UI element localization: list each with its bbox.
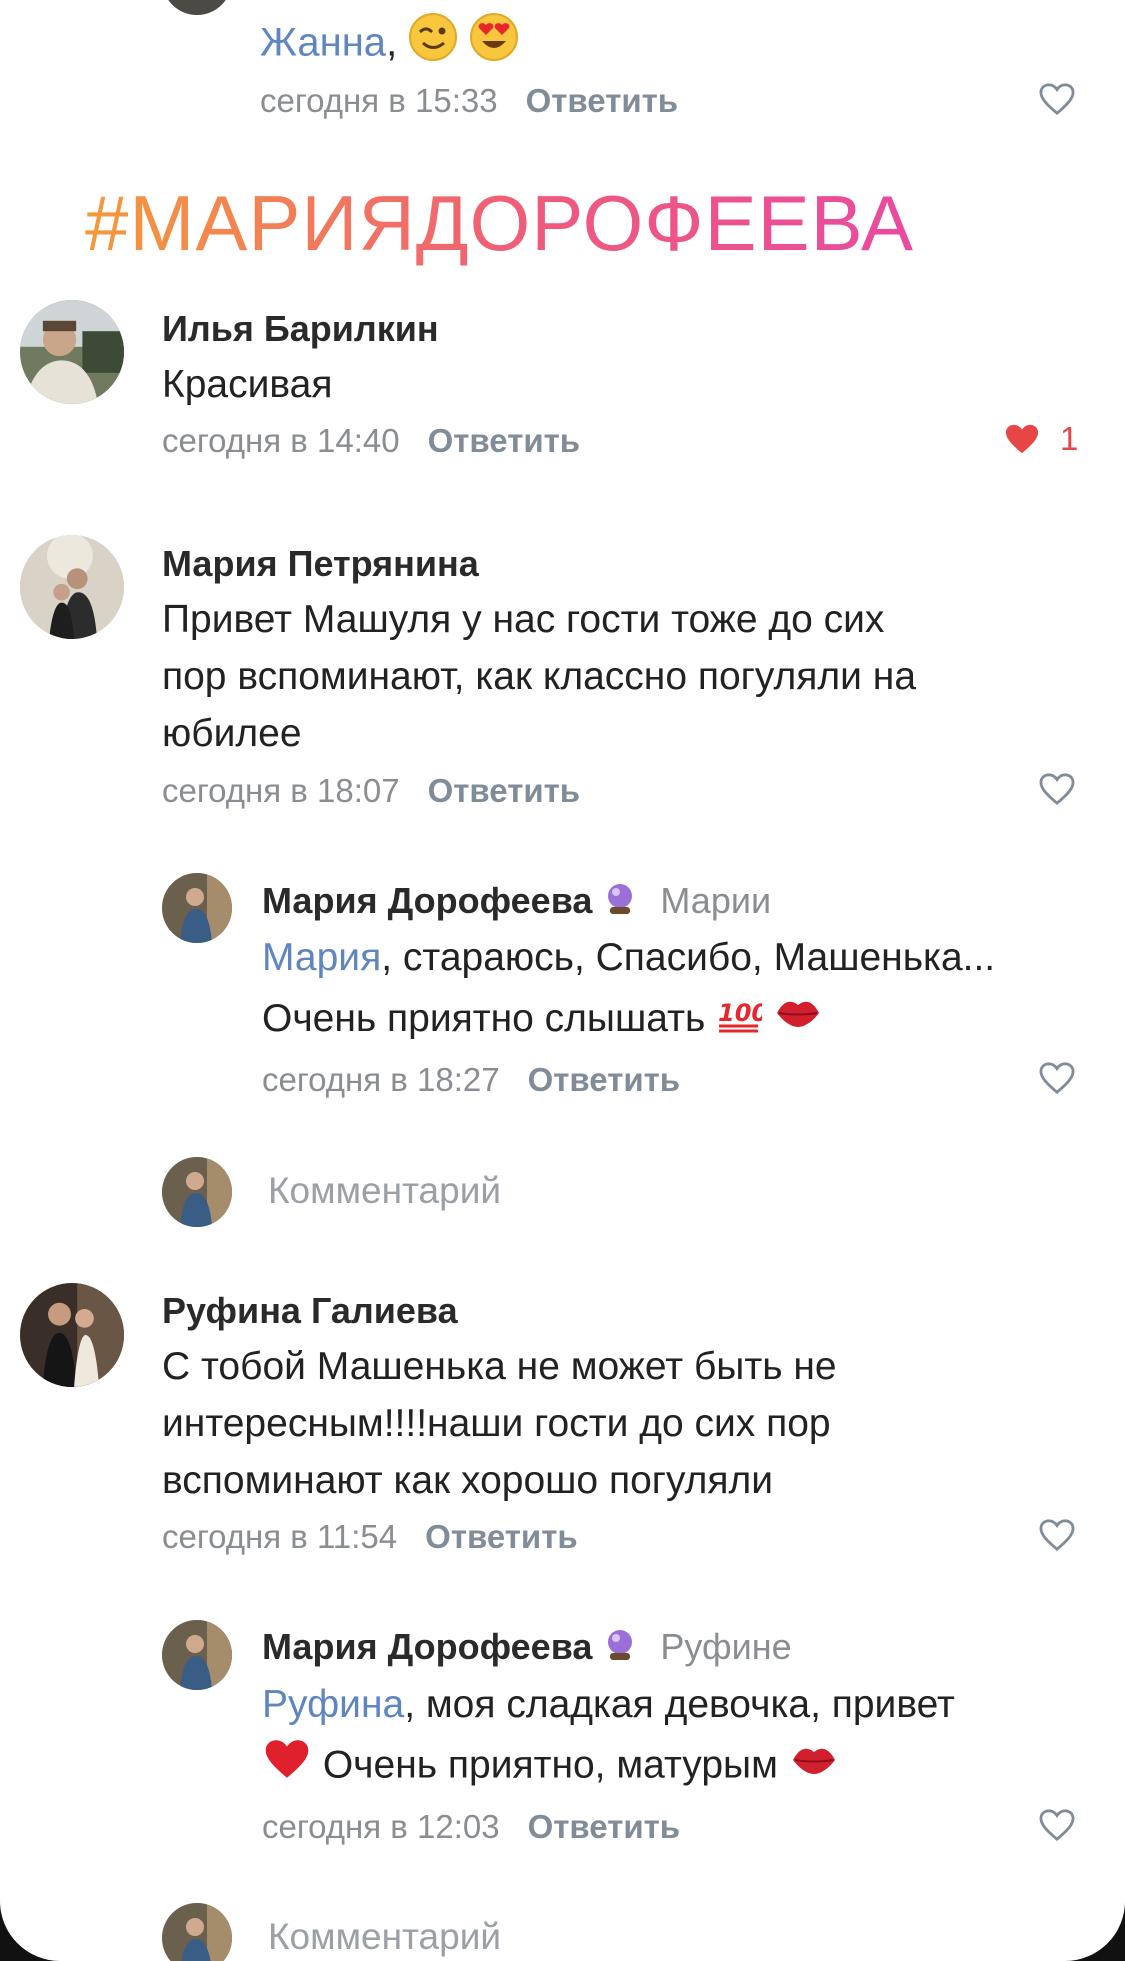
heart-eyes-emoji — [469, 12, 519, 78]
comment-text: Жанна, — [260, 12, 519, 78]
comment-text: С тобой Машенька не может быть не — [162, 1345, 837, 1388]
timestamp: сегодня в 15:33 — [260, 82, 498, 119]
heart-filled-icon[interactable] — [1003, 422, 1041, 456]
reply-button[interactable]: Ответить — [428, 772, 581, 809]
comment-text: Привет Машуля у нас гости тоже до сих — [162, 598, 885, 641]
author-name[interactable]: Мария Петрянина — [162, 543, 479, 585]
timestamp: сегодня в 12:03 — [262, 1808, 500, 1845]
author-name[interactable]: Мария Дорофеева Марии — [262, 880, 771, 926]
avatar[interactable] — [162, 873, 232, 943]
timestamp: сегодня в 11:54 — [162, 1518, 398, 1555]
reply-button[interactable]: Ответить — [526, 82, 679, 119]
reply-button[interactable]: Ответить — [425, 1518, 578, 1555]
reply-button[interactable]: Ответить — [528, 1061, 681, 1098]
avatar[interactable] — [20, 1283, 124, 1387]
comment-text: Красивая — [162, 363, 333, 406]
heart-outline-icon[interactable] — [1038, 1808, 1076, 1842]
heart-outline-icon[interactable] — [1038, 1518, 1076, 1552]
mention-link[interactable]: Жанна — [260, 21, 386, 65]
comment-text: Очень приятно, матурым — [262, 1736, 839, 1798]
comment-meta: сегодня в 14:40 Ответить — [162, 422, 580, 460]
svg-text:100: 100 — [718, 999, 762, 1027]
reply-button[interactable]: Ответить — [528, 1808, 681, 1845]
reply-to-label[interactable]: Руфине — [660, 1626, 791, 1667]
reply-to-label[interactable]: Марии — [660, 880, 771, 921]
author-name[interactable]: Мария Дорофеева Руфине — [262, 1626, 792, 1672]
comment-text: пор вспоминают, как классно погуляли на — [162, 655, 917, 698]
avatar[interactable] — [20, 535, 124, 639]
kiss-mark-emoji — [773, 992, 823, 1049]
mention-link[interactable]: Мария — [262, 936, 381, 979]
comment-meta: сегодня в 18:07 Ответить — [162, 772, 580, 810]
winking-face-emoji — [408, 12, 458, 78]
heart-outline-icon[interactable] — [1038, 772, 1076, 806]
author-name[interactable]: Руфина Галиева — [162, 1290, 458, 1332]
comment-meta: сегодня в 12:03 Ответить — [262, 1808, 680, 1846]
crystal-ball-emoji — [602, 881, 638, 926]
comment-meta: сегодня в 15:33 Ответить — [260, 82, 678, 120]
like-count: 1 — [1060, 420, 1079, 457]
comment-text: Руфина, моя сладкая девочка, привет — [262, 1683, 955, 1726]
timestamp: сегодня в 18:07 — [162, 772, 400, 809]
heart-outline-icon[interactable] — [1038, 1061, 1076, 1095]
comment-text: интересным!!!!наши гости до сих пор — [162, 1402, 831, 1445]
avatar — [162, 1903, 232, 1961]
hundred-points-emoji: 100 — [716, 991, 768, 1051]
avatar[interactable] — [162, 0, 232, 15]
avatar[interactable] — [20, 300, 124, 404]
comment-meta: сегодня в 18:27 Ответить — [262, 1061, 680, 1099]
comments-screen: Жанна, сегодня в 15:33 Ответить #МАРИЯДОР… — [0, 0, 1125, 1961]
timestamp: сегодня в 14:40 — [162, 422, 400, 459]
mention-link[interactable]: Руфина — [262, 1683, 404, 1726]
comment-input[interactable]: Комментарий — [268, 1916, 501, 1958]
comment-text: Мария, стараюсь, Спасибо, Машенька... — [262, 936, 996, 979]
comment-text: вспоминают как хорошо погуляли — [162, 1459, 774, 1502]
avatar[interactable] — [162, 1620, 232, 1690]
comment-meta: сегодня в 11:54 Ответить — [162, 1518, 578, 1556]
red-heart-emoji — [262, 1736, 312, 1798]
timestamp: сегодня в 18:27 — [262, 1061, 500, 1098]
kiss-mark-emoji — [789, 1739, 839, 1796]
author-name[interactable]: Илья Барилкин — [162, 308, 439, 350]
comment-text: юбилее — [162, 712, 302, 755]
avatar — [162, 1157, 232, 1227]
reply-button[interactable]: Ответить — [428, 422, 581, 459]
heart-outline-icon[interactable] — [1038, 82, 1076, 116]
comment-input[interactable]: Комментарий — [268, 1170, 501, 1212]
comment-text: Очень приятно слышать 100 — [262, 990, 823, 1051]
crystal-ball-emoji — [602, 1627, 638, 1672]
hashtag-title: #МАРИЯДОРОФЕЕВА — [85, 179, 915, 267]
